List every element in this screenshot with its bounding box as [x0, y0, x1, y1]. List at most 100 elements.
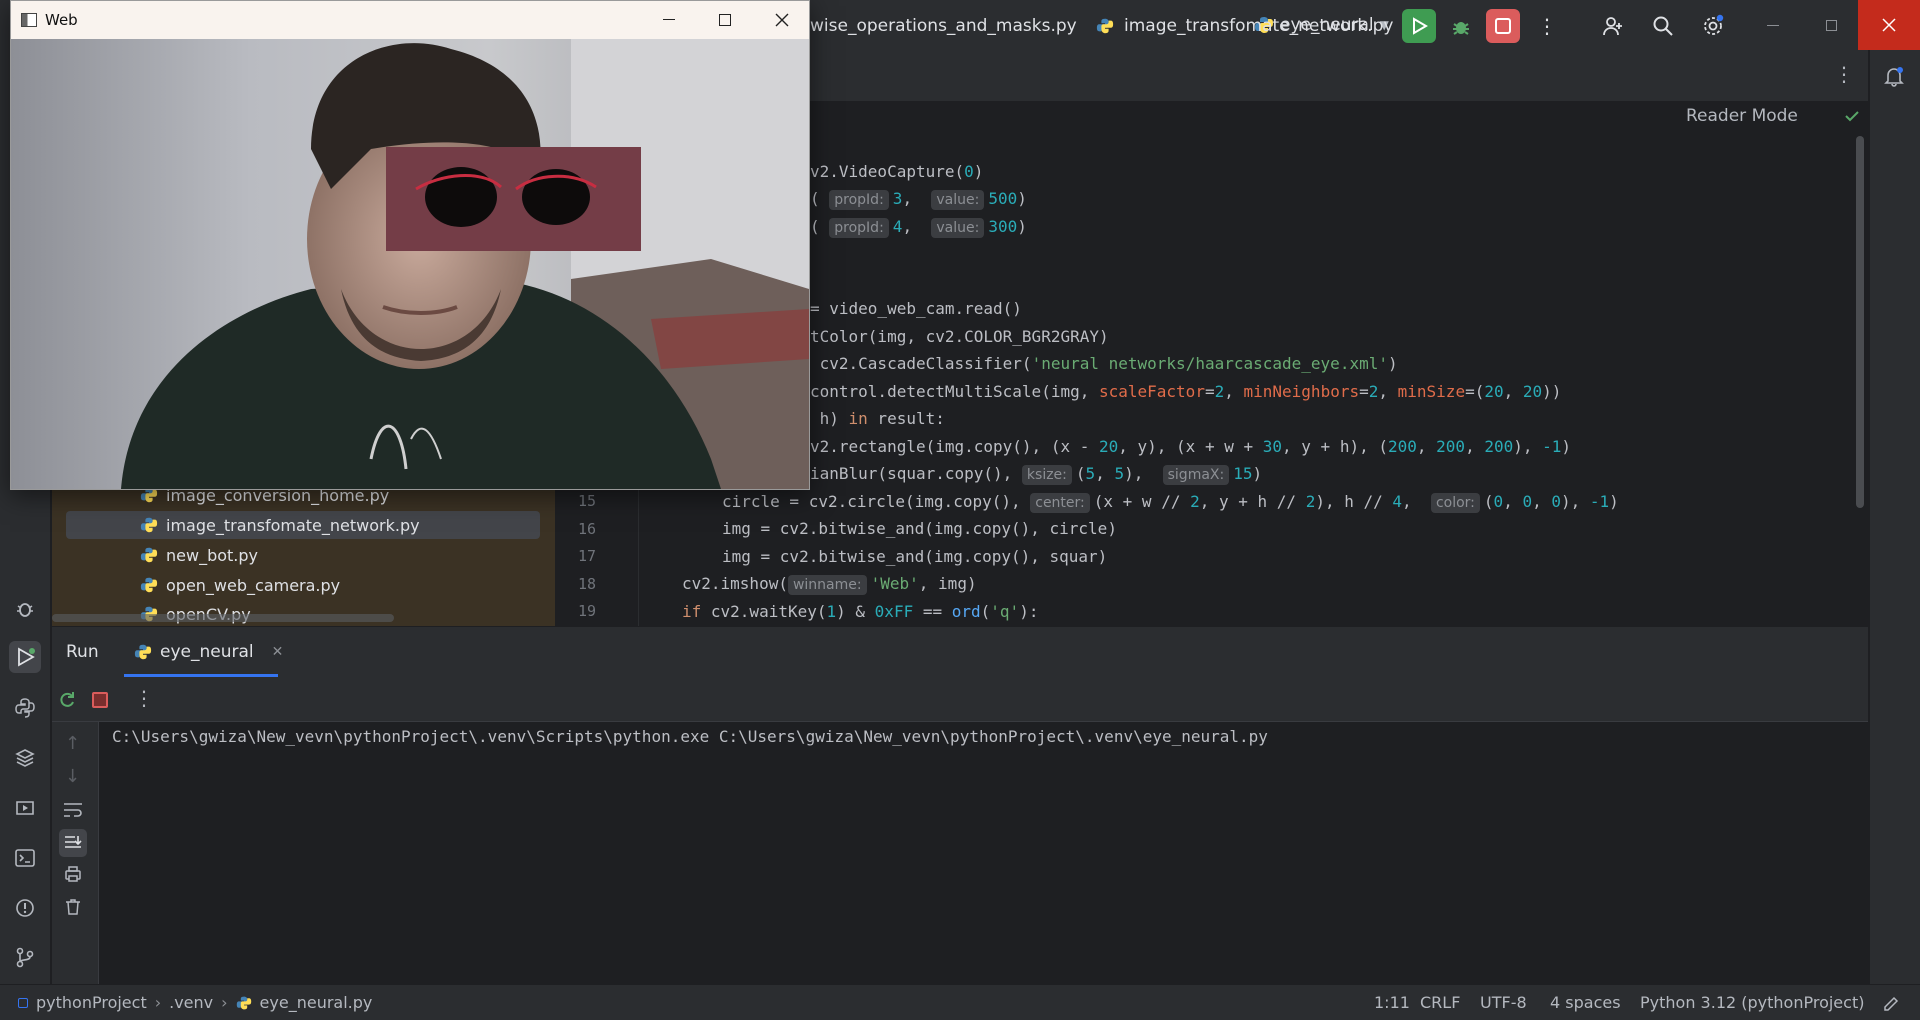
- code-line: if cv2.waitKey(1) & 0xFF == ord('q'):: [682, 602, 1039, 621]
- search-button[interactable]: [1646, 9, 1680, 43]
- tree-item-image-transfomate-network[interactable]: image_transfomate_network.py: [66, 511, 540, 539]
- git-button[interactable]: [9, 941, 41, 973]
- stop-small-button[interactable]: [92, 692, 108, 708]
- print-icon: [65, 866, 81, 882]
- add-user-icon: [1603, 17, 1622, 36]
- run-panel-title: Run: [66, 642, 99, 662]
- bug-icon: [1453, 22, 1469, 35]
- python-packages-button[interactable]: [9, 742, 41, 774]
- restore-icon: [1825, 19, 1837, 31]
- web-window-title: Web: [45, 11, 78, 29]
- tabs-more-button[interactable]: ⋮: [1834, 62, 1854, 86]
- module-icon: [18, 997, 28, 1008]
- bell-icon: [1884, 67, 1904, 87]
- run-tab-label: eye_neural: [160, 642, 254, 662]
- debug-button[interactable]: [1444, 9, 1478, 43]
- notifications-button[interactable]: [1878, 60, 1910, 92]
- restore-button[interactable]: [1820, 14, 1842, 36]
- caret-position[interactable]: 1:11: [1374, 993, 1410, 1012]
- wrap-icon: [64, 803, 82, 817]
- editor-vertical-scrollbar[interactable]: [1856, 136, 1864, 508]
- web-camera-window[interactable]: Web: [10, 0, 810, 490]
- param-hint: value:: [931, 190, 985, 210]
- rerun-small-button[interactable]: [57, 690, 77, 714]
- python-file-icon: [140, 547, 158, 563]
- down-arrow-icon[interactable]: ↓: [65, 766, 80, 787]
- run-header: [52, 627, 1868, 677]
- tab-bitwise-operations[interactable]: wise_operations_and_masks.py: [810, 0, 1077, 52]
- tab-label: image_transfomate_network.py: [1124, 16, 1394, 36]
- terminal-icon: [15, 849, 35, 867]
- code-line: img = cv2.bitwise_and(img.copy(), squar): [722, 547, 1108, 566]
- minimize-button[interactable]: [1762, 14, 1784, 36]
- tab-image-transfomate-network[interactable]: image_transfomate_network.py: [1096, 0, 1393, 52]
- more-actions-button[interactable]: ⋮: [1530, 9, 1564, 43]
- run-tab-eye-neural[interactable]: eye_neural ✕: [134, 640, 283, 664]
- breadcrumb-item[interactable]: pythonProject: [36, 993, 147, 1012]
- code-line: cv2.CascadeClassifier('neural networks/h…: [810, 354, 1398, 373]
- code-line: img = cv2.bitwise_and(img.copy(), circle…: [722, 519, 1117, 538]
- git-branch-icon: [16, 947, 34, 968]
- breadcrumb: pythonProject › .venv › eye_neural.py: [18, 993, 372, 1012]
- python-interpreter[interactable]: Python 3.12 (pythonProject): [1640, 993, 1864, 1012]
- trash-icon: [66, 899, 80, 915]
- clear-console-button[interactable]: [63, 897, 83, 921]
- python-file-icon: [134, 644, 152, 660]
- kebab-icon: ⋮: [1537, 14, 1557, 38]
- tree-item-open-web-camera[interactable]: open_web_camera.py: [88, 571, 540, 599]
- kebab-icon: ⋮: [1834, 62, 1854, 86]
- web-window-titlebar[interactable]: Web: [11, 1, 809, 39]
- code-line: cv2.imshow(winname: 'Web', img): [682, 574, 977, 595]
- lock-icon[interactable]: [1882, 993, 1900, 1015]
- line-ending[interactable]: CRLF: [1420, 993, 1460, 1012]
- reader-mode-button[interactable]: Reader Mode: [1686, 106, 1798, 126]
- debug-tool-window-button[interactable]: [9, 592, 41, 624]
- ide-close-button[interactable]: [1858, 0, 1920, 50]
- file-encoding[interactable]: UTF-8: [1480, 993, 1527, 1012]
- soft-wrap-button[interactable]: [62, 800, 84, 824]
- code-line: ( propId: 3, value: 500): [810, 189, 1027, 210]
- line-number: 19: [577, 602, 596, 620]
- warning-circle-icon: [16, 899, 34, 917]
- web-close-icon[interactable]: [775, 13, 789, 27]
- param-hint: propId:: [829, 190, 889, 210]
- param-hint: propId:: [829, 218, 889, 238]
- print-button[interactable]: [63, 864, 83, 888]
- project-horizontal-scrollbar[interactable]: [52, 614, 394, 622]
- rerun-icon: [60, 692, 74, 707]
- web-maximize-icon[interactable]: [719, 14, 731, 26]
- layers-icon: [15, 749, 35, 767]
- web-minimize-icon[interactable]: [663, 19, 675, 20]
- line-number: 16: [577, 520, 596, 538]
- tree-item-new-bot[interactable]: new_bot.py: [88, 541, 540, 569]
- terminal-button[interactable]: [9, 842, 41, 874]
- python-file-icon: [140, 517, 158, 533]
- code-line: ianBlur(squar.copy(), ksize: (5, 5), sigm…: [810, 464, 1263, 485]
- code-line: control.detectMultiScale(img, scaleFacto…: [810, 382, 1562, 401]
- line-number: 18: [577, 575, 596, 593]
- breadcrumb-item[interactable]: .venv: [169, 993, 213, 1012]
- webcam-frame: [11, 39, 809, 489]
- tree-item-label: image_transfomate_network.py: [166, 515, 420, 535]
- services-icon: [16, 801, 34, 815]
- code-line: v2.VideoCapture(0): [810, 162, 984, 181]
- code-with-me-button[interactable]: [1596, 9, 1630, 43]
- indent-setting[interactable]: 4 spaces: [1550, 993, 1621, 1012]
- scroll-end-icon: [65, 836, 82, 848]
- run-tool-window-button[interactable]: [9, 641, 41, 673]
- up-arrow-icon[interactable]: ↑: [65, 733, 80, 754]
- problems-button[interactable]: [9, 892, 41, 924]
- close-tab-icon[interactable]: ✕: [272, 644, 284, 660]
- param-hint: value:: [931, 218, 985, 238]
- settings-button[interactable]: [1696, 9, 1730, 43]
- services-button[interactable]: [9, 792, 41, 824]
- scroll-to-end-button[interactable]: [59, 829, 87, 857]
- breadcrumb-item[interactable]: eye_neural.py: [260, 993, 373, 1012]
- code-line: circle = cv2.circle(img.copy(), center:(…: [722, 492, 1619, 513]
- python-file-icon: [140, 577, 158, 593]
- param-hint: color:: [1430, 493, 1480, 513]
- stop-button[interactable]: [1486, 9, 1520, 43]
- run-more-button[interactable]: ⋮: [134, 686, 154, 710]
- python-console-button[interactable]: [9, 692, 41, 724]
- rerun-button[interactable]: [1402, 9, 1436, 43]
